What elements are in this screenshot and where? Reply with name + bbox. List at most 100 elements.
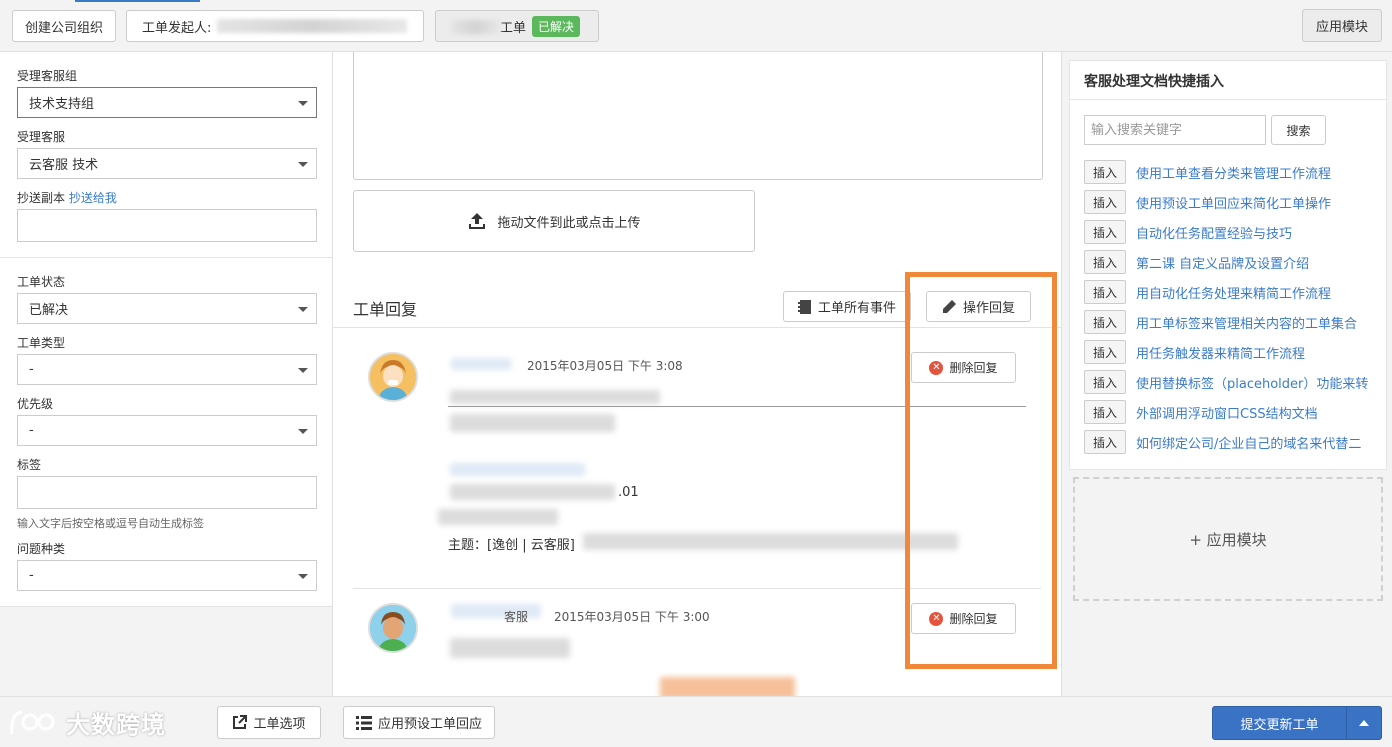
type-value: -	[29, 362, 34, 377]
avatar	[368, 352, 418, 402]
priority-value: -	[29, 423, 34, 438]
reply-subject-redacted	[583, 533, 958, 550]
watermark-text: 大数跨境	[66, 711, 166, 739]
add-app-module-button[interactable]: + 应用模块	[1073, 477, 1383, 601]
insert-button[interactable]: 插入	[1084, 430, 1126, 454]
watermark-logo-icon	[10, 710, 55, 734]
top-bar: 创建公司组织 工单发起人: 工单 已解决 应用模块	[0, 0, 1392, 52]
apply-preset-label: 应用预设工单回应	[377, 717, 482, 732]
doc-row: 插入 使用预设工单回应来简化工单操作	[1084, 189, 1331, 215]
app-module-button[interactable]: 应用模块	[1302, 9, 1382, 42]
upload-icon	[469, 213, 486, 229]
user-avatar-icon	[370, 354, 416, 400]
submit-dropdown-toggle[interactable]	[1347, 707, 1381, 739]
chevron-down-icon	[298, 429, 308, 434]
chevron-down-icon	[298, 574, 308, 579]
ticket-id-redacted	[451, 20, 501, 34]
group-select[interactable]: 技术支持组	[17, 87, 317, 118]
action-reply-button[interactable]: 操作回复	[926, 291, 1031, 322]
submit-label: 提交更新工单	[1240, 717, 1319, 733]
insert-button[interactable]: 插入	[1084, 370, 1126, 394]
reply-editor[interactable]	[353, 52, 1043, 180]
doc-row: 插入 如何绑定公司/企业自己的域名来代替二	[1084, 429, 1361, 455]
ticket-button[interactable]: 工单 已解决	[435, 10, 599, 42]
docs-search-button[interactable]: 搜索	[1271, 115, 1326, 145]
user-avatar-icon	[370, 605, 416, 651]
doc-link[interactable]: 第二课 自定义品牌及设置介绍	[1136, 253, 1309, 272]
agent-value: 云客服 技术	[29, 158, 99, 173]
insert-button[interactable]: 插入	[1084, 310, 1126, 334]
type-label: 工单类型	[17, 336, 66, 350]
doc-row: 插入 用任务触发器来精简工作流程	[1084, 339, 1305, 365]
priority-select[interactable]: -	[17, 415, 317, 446]
all-events-button[interactable]: 工单所有事件	[783, 291, 911, 322]
insert-button[interactable]: 插入	[1084, 400, 1126, 424]
reply-text-redacted	[438, 509, 558, 525]
docs-panel-title: 客服处理文档快捷插入	[1084, 74, 1224, 90]
divider	[0, 257, 332, 258]
delete-reply-button[interactable]: ✕ 删除回复	[911, 352, 1016, 383]
insert-button[interactable]: 插入	[1084, 250, 1126, 274]
delete-reply-label: 删除回复	[949, 361, 998, 375]
docs-quick-insert-panel: 客服处理文档快捷插入 搜索 插入使用工单查看分类来管理工作流程插入使用预设工单回…	[1069, 60, 1387, 470]
action-reply-label: 操作回复	[962, 301, 1015, 316]
ticket-label: 工单	[500, 20, 527, 36]
reply-timestamp: 2015年03月05日 下午 3:08	[527, 359, 683, 373]
left-panel-footer	[0, 606, 332, 696]
doc-link[interactable]: 用自动化任务处理来精简工作流程	[1136, 283, 1331, 302]
ticket-options-button[interactable]: 工单选项	[217, 706, 321, 739]
insert-button[interactable]: 插入	[1084, 160, 1126, 184]
caret-up-icon	[1359, 720, 1369, 726]
reply-text-redacted	[450, 463, 585, 476]
category-select[interactable]: -	[17, 560, 317, 591]
requester-button[interactable]: 工单发起人:	[126, 10, 424, 42]
doc-row: 插入 外部调用浮动窗口CSS结构文档	[1084, 399, 1318, 425]
insert-button[interactable]: 插入	[1084, 280, 1126, 304]
agent-label: 受理客服	[17, 130, 66, 144]
status-select[interactable]: 已解决	[17, 293, 317, 324]
external-link-icon	[233, 715, 248, 729]
cc-input[interactable]	[17, 209, 317, 242]
file-upload-dropzone[interactable]: 拖动文件到此或点击上传	[353, 190, 755, 252]
doc-link[interactable]: 使用工单查看分类来管理工作流程	[1136, 163, 1331, 182]
docs-search-input[interactable]	[1084, 115, 1266, 145]
doc-row: 插入 使用替换标签（placeholder）功能来转	[1084, 369, 1368, 395]
chevron-down-icon	[298, 101, 308, 106]
category-value: -	[29, 568, 34, 583]
doc-link[interactable]: 用任务触发器来精简工作流程	[1136, 343, 1305, 362]
reply-subject: 主题：[逸创 | 云客服]	[448, 538, 575, 553]
requester-label: 工单发起人:	[142, 20, 212, 36]
delete-reply-button[interactable]: ✕ 删除回复	[911, 603, 1016, 634]
reply-partial-text: .01	[618, 485, 639, 500]
watermark: 大数跨境	[8, 705, 166, 740]
doc-link[interactable]: 用工单标签来管理相关内容的工单集合	[1136, 313, 1357, 332]
create-company-button[interactable]: 创建公司组织	[12, 10, 116, 42]
agent-select[interactable]: 云客服 技术	[17, 148, 317, 179]
doc-link[interactable]: 使用替换标签（placeholder）功能来转	[1136, 373, 1368, 392]
doc-link[interactable]: 如何绑定公司/企业自己的域名来代替二	[1136, 433, 1361, 452]
ticket-reply-area: 拖动文件到此或点击上传 工单回复 工单所有事件 操作回复 2015年03月05日…	[333, 52, 1061, 696]
submit-update-button[interactable]: 提交更新工单	[1212, 706, 1382, 740]
chevron-down-icon	[298, 162, 308, 167]
insert-button[interactable]: 插入	[1084, 190, 1126, 214]
reply-text-redacted	[660, 677, 795, 696]
requester-name-redacted	[217, 19, 408, 33]
doc-link[interactable]: 使用预设工单回应来简化工单操作	[1136, 193, 1331, 212]
priority-label: 优先级	[17, 397, 54, 411]
replies-title: 工单回复	[353, 300, 418, 319]
type-select[interactable]: -	[17, 354, 317, 385]
doc-link[interactable]: 自动化任务配置经验与技巧	[1136, 223, 1292, 242]
cc-me-link[interactable]: 抄送给我	[69, 191, 117, 205]
right-sidebar: 客服处理文档快捷插入 搜索 插入使用工单查看分类来管理工作流程插入使用预设工单回…	[1061, 52, 1392, 696]
doc-row: 插入 用工单标签来管理相关内容的工单集合	[1084, 309, 1357, 335]
insert-button[interactable]: 插入	[1084, 340, 1126, 364]
tags-input[interactable]	[17, 476, 317, 509]
insert-button[interactable]: 插入	[1084, 220, 1126, 244]
notebook-icon	[797, 299, 811, 314]
divider	[353, 588, 1041, 589]
submit-main[interactable]: 提交更新工单	[1213, 707, 1347, 739]
apply-preset-button[interactable]: 应用预设工单回应	[343, 706, 495, 739]
doc-link[interactable]: 外部调用浮动窗口CSS结构文档	[1136, 403, 1318, 422]
tags-hint: 输入文字后按空格或逗号自动生成标签	[17, 517, 204, 530]
create-company-label: 创建公司组织	[24, 20, 103, 36]
